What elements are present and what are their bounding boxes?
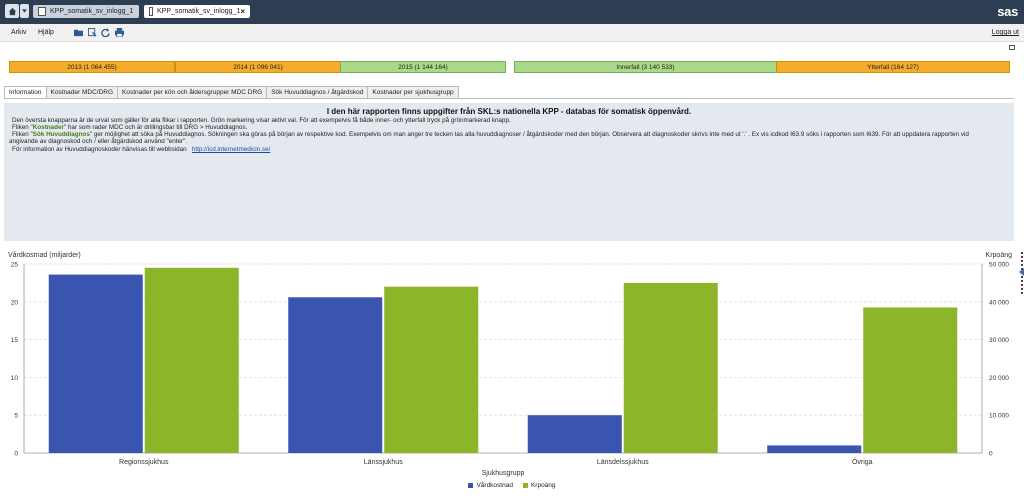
icd-link[interactable]: http://icd.internetmedicin.se/ <box>192 146 270 153</box>
info-highlight: Kostnader <box>32 124 64 131</box>
x-tick-label: Länsdelssjukhus <box>597 459 649 466</box>
info-line-3: Fliken "Sök Huvuddiagnos" ger möjlighet … <box>12 131 969 138</box>
y-tick-label: 15 <box>11 337 19 344</box>
home-dropdown-button[interactable] <box>20 4 29 18</box>
tab-kostnader-sjukhusgrupp[interactable]: Kostnader per sjukhusgrupp <box>367 86 459 98</box>
bar-krpoang <box>623 282 718 453</box>
logout-link[interactable]: Logga ut <box>992 29 1019 36</box>
document-tab-label: KPP_somatik_sv_inlogg_1 <box>157 8 241 15</box>
info-text: Fliken " <box>12 131 33 138</box>
menu-hjalp[interactable]: Hjälp <box>38 29 54 36</box>
filter-year-2013[interactable]: 2013 (1 064 455) <box>9 61 175 73</box>
y-axis-right-label: Krpoäng <box>986 252 1013 259</box>
y-right-tick-label: 10 000 <box>989 413 1009 420</box>
filter-ytterfall[interactable]: Ytterfall (164 127) <box>776 61 1010 73</box>
bar-chart: Vårdkostnad (miljarder) Krpoäng 0 0 5 10 000 1… <box>8 251 1013 477</box>
y-right-tick-label: 30 000 <box>989 337 1009 344</box>
home-button[interactable] <box>5 4 19 18</box>
close-icon[interactable]: × <box>240 7 245 16</box>
bar-krpoang <box>144 267 239 453</box>
restore-icon[interactable] <box>1009 45 1015 50</box>
y-tick-label: 20 <box>11 299 19 306</box>
info-highlight: Sök Huvuddiagnos <box>32 131 90 138</box>
chart-legend: Vårdkostnad Krpoäng <box>0 482 1024 489</box>
y-tick-label: 25 <box>11 262 19 269</box>
legend-item: Krpoäng <box>522 482 556 489</box>
info-text: " ger möjlighet att söka på Huvuddiagnos… <box>89 131 969 138</box>
top-bar: KPP_somatik_sv_inlogg_1 KPP_somatik_sv_i… <box>0 0 1024 24</box>
filter-year-2014[interactable]: 2014 (1 096 041) <box>175 61 341 73</box>
sas-logo: sas <box>997 4 1018 19</box>
folder-icon[interactable] <box>74 28 83 37</box>
home-icon <box>8 7 16 15</box>
document-tab-1[interactable]: KPP_somatik_sv_inlogg_1 <box>33 5 139 18</box>
y-right-tick-label: 20 000 <box>989 375 1009 382</box>
y-tick-label: 10 <box>11 375 19 382</box>
info-text: Fliken " <box>12 124 33 131</box>
info-title: I den här rapporten finns uppgifter från… <box>326 107 692 116</box>
menu-arkiv[interactable]: Arkiv <box>11 29 27 36</box>
filter-icon[interactable] <box>88 28 97 37</box>
filter-innerfall[interactable]: Innerfall (3 140 533) <box>514 61 777 73</box>
info-line-1: Den översta knapparna är de urval som gä… <box>12 117 511 124</box>
legend-item: Vårdkostnad <box>468 482 513 489</box>
info-text: " har som rader MDC och är drillingsbar … <box>63 124 248 131</box>
document-icon <box>149 7 154 16</box>
legend-swatch <box>468 482 474 488</box>
info-line-5: För information av Huvuddiagnoskoder hän… <box>12 146 270 153</box>
x-tick-label: Regionssjukhus <box>119 459 169 466</box>
tab-divider <box>4 98 1014 99</box>
y-right-tick-label: 50 000 <box>989 262 1009 269</box>
bar-krpoang <box>863 307 958 453</box>
bar-vardkostnad <box>48 274 143 453</box>
legend-label: Krpoäng <box>530 482 556 489</box>
filter-year-2015[interactable]: 2015 (1 144 164) <box>340 61 506 73</box>
bar-krpoang <box>384 286 479 453</box>
info-line-4: angivande av diagnoskod och / eller åtgä… <box>9 138 188 145</box>
chevron-down-icon <box>22 9 27 13</box>
collapse-arrow-icon[interactable] <box>1019 268 1024 276</box>
print-icon[interactable] <box>115 28 124 37</box>
bar-vardkostnad <box>527 415 622 453</box>
y-right-tick-label: 0 <box>989 451 993 458</box>
information-panel: I den här rapporten finns uppgifter från… <box>4 103 1014 241</box>
tab-information[interactable]: Information <box>4 86 47 98</box>
refresh-icon[interactable] <box>101 28 110 37</box>
info-line-2: Fliken "Kostnader" har som rader MDC och… <box>12 124 247 131</box>
tab-kostnader-kon-alder[interactable]: Kostnader per kön och åldersgrupper MDC … <box>117 86 268 98</box>
document-icon <box>38 7 46 16</box>
x-tick-label: Övriga <box>852 458 873 466</box>
document-tab-2[interactable]: KPP_somatik_sv_inlogg_1 × <box>144 5 250 18</box>
x-axis-label: Sjukhusgrupp <box>482 470 525 477</box>
tab-sok-huvuddiagnos[interactable]: Sök Huvuddiagnos / åtgärdskod <box>266 86 369 98</box>
bar-vardkostnad <box>288 297 383 453</box>
y-tick-label: 5 <box>14 413 18 420</box>
document-tab-label: KPP_somatik_sv_inlogg_1 <box>50 8 134 15</box>
y-right-tick-label: 40 000 <box>989 299 1009 306</box>
legend-swatch <box>522 482 528 488</box>
y-axis-label: Vårdkostnad (miljarder) <box>8 251 81 259</box>
menu-bar: Arkiv Hjälp Logga ut <box>0 24 1024 42</box>
tab-kostnader-mdc-drg[interactable]: Kostnader MDC/DRG <box>45 86 119 98</box>
info-text: För information av Huvuddiagnoskoder hän… <box>12 146 187 153</box>
x-tick-label: Länssjukhus <box>364 459 403 466</box>
report-tabs: Information Kostnader MDC/DRG Kostnader … <box>4 86 459 98</box>
y-tick-label: 0 <box>14 451 18 458</box>
bar-vardkostnad <box>767 445 862 453</box>
legend-label: Vårdkostnad <box>476 482 513 489</box>
